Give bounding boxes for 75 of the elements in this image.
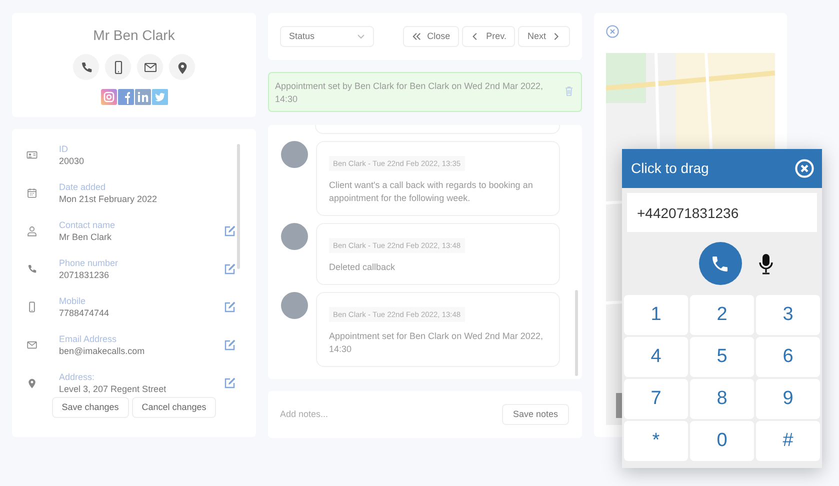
- linkedin-icon[interactable]: [134, 89, 150, 105]
- edit-icon[interactable]: [224, 263, 236, 275]
- note-text: Deleted callback: [329, 261, 396, 274]
- scrollbar[interactable]: [575, 290, 578, 376]
- chevron-right-icon: [552, 32, 561, 41]
- note-text: Appointment set for Ben Clark on Wed 2nd Mar 2022, 14:30: [329, 330, 544, 356]
- phone-number-field[interactable]: +442071831236: [627, 193, 817, 232]
- avatar: [281, 292, 308, 319]
- dialpad-key[interactable]: 3: [756, 295, 820, 335]
- dialpad-key[interactable]: 5: [690, 337, 754, 377]
- close-icon[interactable]: [606, 25, 619, 38]
- dialpad-key[interactable]: 6: [756, 337, 820, 377]
- dialpad-key[interactable]: 8: [690, 379, 754, 419]
- dialer-header[interactable]: Click to drag: [622, 149, 822, 188]
- location-button[interactable]: [169, 54, 195, 80]
- instagram-icon[interactable]: [100, 89, 116, 105]
- prev-button[interactable]: Prev.: [462, 26, 516, 47]
- map-pin-icon: [26, 377, 38, 389]
- contact-name: Mr Ben Clark: [93, 26, 175, 45]
- id-card-icon: [26, 149, 38, 161]
- field-label: Mobile: [59, 295, 87, 307]
- field-label: Contact name: [59, 219, 116, 231]
- phone-icon: [710, 254, 730, 274]
- twitter-icon[interactable]: [152, 89, 168, 105]
- email-button[interactable]: [137, 54, 163, 80]
- double-chevron-left-icon: [412, 32, 422, 41]
- dialpad-key[interactable]: 1: [624, 295, 688, 335]
- edit-icon[interactable]: [224, 301, 236, 313]
- dialpad-key[interactable]: 7: [624, 379, 688, 419]
- dialpad-key[interactable]: 0: [690, 421, 754, 461]
- field-label: ID: [59, 143, 69, 155]
- close-button[interactable]: Close: [403, 26, 460, 47]
- next-button[interactable]: Next: [518, 26, 570, 47]
- mobile-icon: [26, 301, 38, 313]
- dialpad-key[interactable]: 4: [624, 337, 688, 377]
- cancel-changes-button[interactable]: Cancel changes: [132, 397, 216, 418]
- dialpad-key[interactable]: 2: [690, 295, 754, 335]
- note-text: Client want's a call back with regards to booking an appointment for the following week.: [329, 179, 534, 205]
- calendar-icon: [26, 187, 38, 199]
- save-notes-button[interactable]: Save notes: [502, 404, 569, 425]
- scrollbar[interactable]: [237, 144, 240, 269]
- edit-icon[interactable]: [224, 339, 236, 351]
- facebook-icon[interactable]: [118, 89, 134, 105]
- person-icon: [26, 225, 38, 237]
- phone-icon: [26, 263, 38, 275]
- edit-icon[interactable]: [224, 377, 236, 389]
- dialpad-key[interactable]: 9: [756, 379, 820, 419]
- dialpad-key[interactable]: *: [624, 421, 688, 461]
- field-label: Phone number: [59, 257, 120, 269]
- trash-icon[interactable]: [565, 86, 573, 96]
- banner-text: Appointment set by Ben Clark for Ben Clark on Wed 2nd Mar 2022, 14:30: [275, 80, 544, 106]
- field-value: Mr Ben Clark: [59, 231, 113, 243]
- chevron-down-icon: [357, 34, 365, 39]
- avatar: [281, 223, 308, 250]
- save-changes-button[interactable]: Save changes: [52, 397, 129, 418]
- mobile-button[interactable]: [105, 54, 131, 80]
- field-label: Email Address: [59, 333, 118, 345]
- field-value: ben@imakecalls.com: [59, 345, 146, 357]
- field-value: 20030: [59, 155, 86, 167]
- field-value: 2071831236: [59, 269, 110, 281]
- dialer-title: Click to drag: [631, 159, 709, 178]
- field-label: Date added: [59, 181, 107, 193]
- field-label: Address:: [59, 371, 96, 383]
- email-icon: [26, 339, 38, 351]
- field-value: Level 3, 207 Regent Street: [59, 383, 168, 395]
- status-select[interactable]: Status: [280, 26, 374, 47]
- microphone-icon[interactable]: [758, 252, 774, 274]
- call-button[interactable]: [698, 242, 742, 285]
- field-value: Mon 21st February 2022: [59, 193, 158, 205]
- phone-button[interactable]: [73, 54, 99, 80]
- edit-icon[interactable]: [224, 225, 236, 237]
- dialpad-key[interactable]: #: [756, 421, 820, 461]
- notes-input[interactable]: Add notes...: [280, 408, 502, 422]
- field-value: 7788474744: [59, 307, 110, 319]
- avatar: [281, 141, 308, 168]
